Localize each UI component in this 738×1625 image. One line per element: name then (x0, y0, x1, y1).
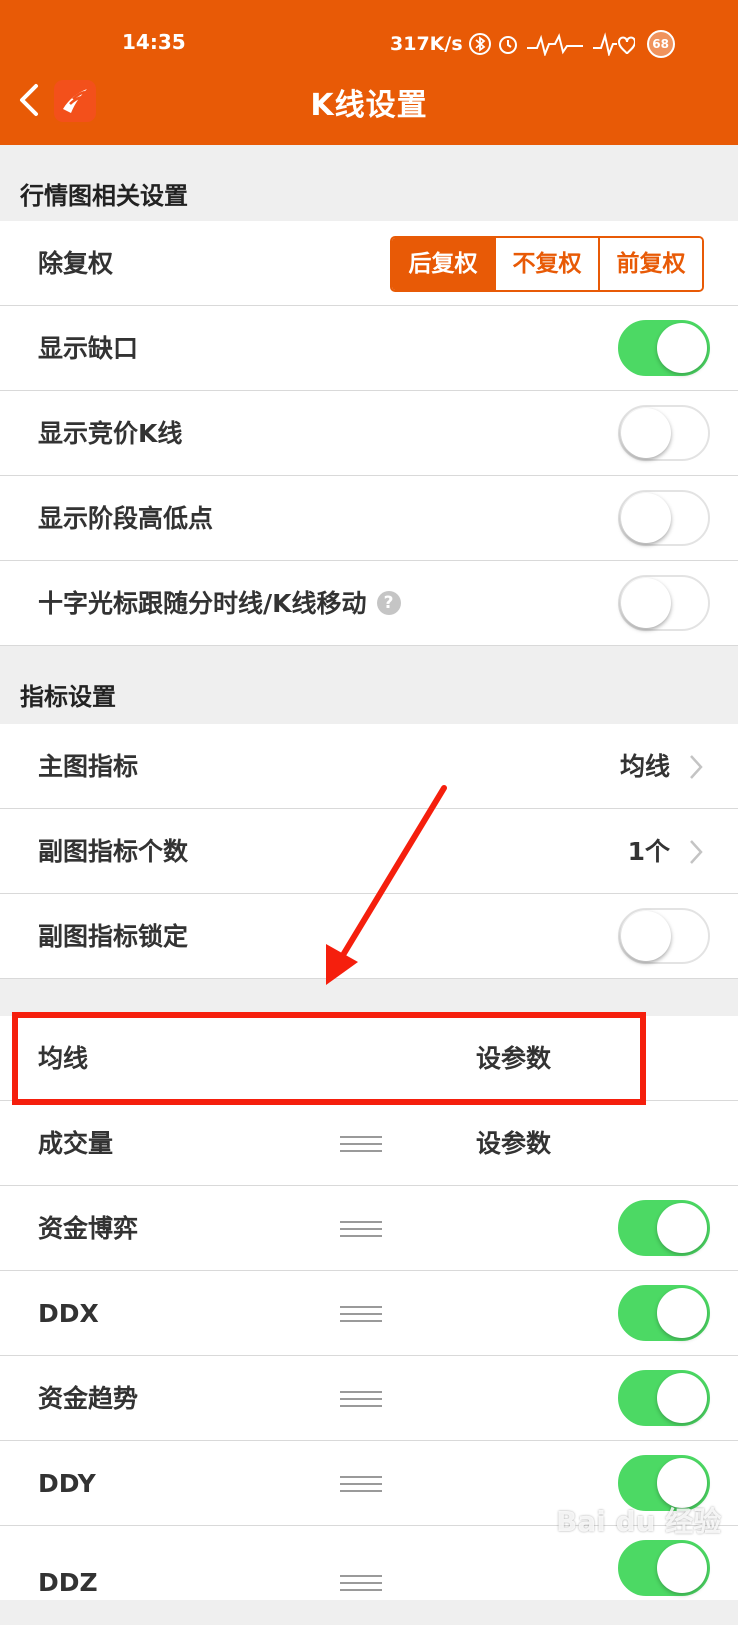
adjust-row: 除复权 后复权 不复权 前复权 (0, 221, 738, 306)
page-title: K线设置 (310, 88, 428, 123)
indicator-row-volume: 成交量 设参数 (0, 1101, 738, 1186)
row-label: 显示缺口 (38, 334, 139, 363)
network-speed: 317K/s (390, 33, 463, 55)
show-high-low-row: 显示阶段高低点 (0, 476, 738, 561)
section-title: 行情图相关设置 (20, 182, 188, 210)
row-label: 资金博弈 (38, 1214, 139, 1243)
toggle-knob (657, 1288, 707, 1338)
crosshair-follow-toggle[interactable] (618, 575, 710, 631)
toggle-knob (621, 493, 671, 543)
drag-handle-icon[interactable] (340, 1135, 382, 1153)
toggle-knob (657, 1203, 707, 1253)
indicator-row-fund-game: 资金博弈 (0, 1186, 738, 1271)
set-params-button[interactable]: 设参数 (476, 1101, 551, 1186)
row-value: 均线 (619, 752, 670, 781)
toggle-knob (621, 408, 671, 458)
app-header: 14:35 317K/s 68 K线设置 (0, 0, 738, 145)
status-time: 14:35 (122, 30, 186, 54)
drag-handle-icon[interactable] (340, 1220, 382, 1238)
row-label: 副图指标个数 (38, 837, 189, 866)
adjust-segmented-control: 后复权 不复权 前复权 (390, 236, 704, 292)
adjust-label: 除复权 (38, 249, 114, 278)
drag-handle-icon[interactable] (340, 1574, 382, 1592)
section-title: 指标设置 (20, 683, 116, 711)
indicator-row-ma: 均线 设参数 (0, 1016, 738, 1101)
row-label: 均线 (38, 1044, 89, 1073)
row-label: DDX (38, 1299, 99, 1328)
set-params-button[interactable]: 设参数 (476, 1016, 551, 1101)
indicator-toggle[interactable] (618, 1285, 710, 1341)
status-icons: 317K/s 68 (390, 30, 675, 58)
drag-handle-icon[interactable] (340, 1390, 382, 1408)
section-header-quote-chart: 行情图相关设置 (0, 145, 738, 221)
show-high-low-toggle[interactable] (618, 490, 710, 546)
crosshair-follow-row: 十字光标跟随分时线/K线移动? (0, 561, 738, 646)
hd-signal-icon (592, 32, 635, 56)
show-gap-toggle[interactable] (618, 320, 710, 376)
alarm-icon (498, 36, 517, 54)
toggle-knob (657, 323, 707, 373)
drag-handle-icon[interactable] (340, 1305, 382, 1323)
indicator-toggle[interactable] (618, 1200, 710, 1256)
watermark-logo: Bai du 经验 (556, 1505, 722, 1538)
battery-indicator: 68 (646, 30, 675, 58)
toggle-knob (657, 1543, 707, 1593)
row-label: 资金趋势 (38, 1384, 139, 1413)
toggle-knob (621, 578, 671, 628)
help-icon[interactable]: ? (376, 591, 401, 615)
chevron-right-icon (690, 755, 703, 779)
sub-indicator-lock-row: 副图指标锁定 (0, 894, 738, 979)
row-label: DDY (38, 1469, 96, 1498)
sub-indicator-lock-toggle[interactable] (618, 908, 710, 964)
toggle-knob (657, 1373, 707, 1423)
row-label: 副图指标锁定 (38, 922, 189, 951)
seg-back-adjust[interactable]: 后复权 (392, 238, 494, 290)
drag-handle-icon[interactable] (340, 1475, 382, 1493)
row-label-wrap: 十字光标跟随分时线/K线移动? (38, 561, 401, 646)
row-label: 主图指标 (38, 752, 139, 781)
sub-indicator-count-row[interactable]: 副图指标个数 1个 (0, 809, 738, 894)
indicator-row-fund-trend: 资金趋势 (0, 1356, 738, 1441)
main-indicator-row[interactable]: 主图指标 均线 (0, 724, 738, 809)
indicator-toggle[interactable] (618, 1370, 710, 1426)
show-auction-kline-toggle[interactable] (618, 405, 710, 461)
show-gap-row: 显示缺口 (0, 306, 738, 391)
section-header-indicator: 指标设置 (0, 646, 738, 722)
seg-forward-adjust[interactable]: 前复权 (598, 238, 702, 290)
indicator-row-ddx: DDX (0, 1271, 738, 1356)
toggle-knob (621, 911, 671, 961)
row-label: 成交量 (38, 1129, 114, 1158)
hd-signal-icon (526, 33, 583, 56)
seg-no-adjust[interactable]: 不复权 (494, 238, 598, 290)
row-label: 显示竞价K线 (38, 419, 183, 448)
row-label: 显示阶段高低点 (38, 504, 214, 533)
row-label: 十字光标跟随分时线/K线移动 (38, 589, 367, 618)
show-auction-kline-row: 显示竞价K线 (0, 391, 738, 476)
bluetooth-icon (468, 33, 491, 55)
indicator-toggle[interactable] (618, 1540, 710, 1596)
row-value: 1个 (627, 837, 670, 866)
row-label: DDZ (38, 1568, 98, 1597)
chevron-right-icon (690, 840, 703, 864)
